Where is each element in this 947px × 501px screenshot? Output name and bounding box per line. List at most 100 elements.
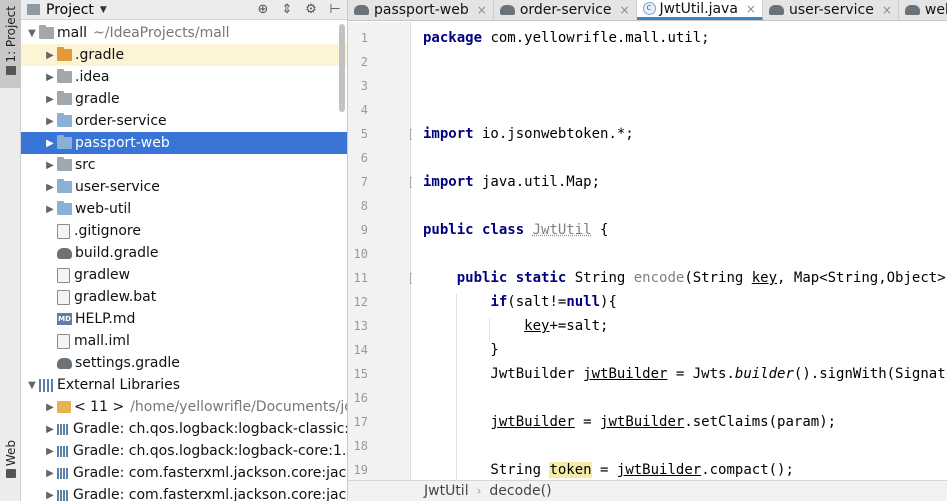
close-icon[interactable]: × bbox=[882, 3, 892, 17]
chevron-right-icon[interactable]: ▶ bbox=[43, 402, 57, 413]
tree-item[interactable]: ▶ Gradle: com.fasterxml.jackson.core:jack bbox=[21, 462, 347, 484]
line-number: 6 bbox=[360, 151, 368, 165]
close-icon[interactable]: × bbox=[746, 2, 756, 16]
chevron-right-icon[interactable]: ▶ bbox=[43, 116, 57, 127]
project-panel: Project ▼ ⊕ ⇕ ⚙ ⊢ ▼ mall ~/IdeaProjects/ma… bbox=[21, 0, 348, 501]
tree-item[interactable]: gradlew.bat bbox=[21, 286, 347, 308]
module-folder-icon bbox=[57, 179, 72, 193]
project-tool-window-tab[interactable]: 1: Project bbox=[0, 0, 21, 88]
library-icon bbox=[57, 467, 69, 479]
tree-item[interactable]: ▼ mall ~/IdeaProjects/mall bbox=[21, 22, 347, 44]
library-icon bbox=[57, 489, 69, 501]
close-icon[interactable]: × bbox=[619, 3, 629, 17]
tree-item[interactable]: ▶ user-service bbox=[21, 176, 347, 198]
tree-item[interactable]: ▶ web-util bbox=[21, 198, 347, 220]
module-folder-icon bbox=[57, 201, 72, 215]
chevron-right-icon[interactable]: ▶ bbox=[43, 204, 57, 215]
tree-item[interactable]: ▶ Gradle: com.fasterxml.jackson.core:jack bbox=[21, 484, 347, 501]
web-tool-window-tab[interactable]: Web bbox=[0, 440, 21, 501]
gradle-icon bbox=[499, 5, 515, 15]
module-folder-icon bbox=[57, 113, 72, 127]
chevron-right-icon[interactable]: ▶ bbox=[43, 424, 57, 435]
indent-guide bbox=[456, 294, 457, 480]
chevron-right-icon[interactable]: ▶ bbox=[43, 94, 57, 105]
tree-item[interactable]: .gitignore bbox=[21, 220, 347, 242]
tree-item[interactable]: ▶ order-service bbox=[21, 110, 347, 132]
tree-item[interactable]: build.gradle bbox=[21, 242, 347, 264]
chevron-right-icon[interactable]: ▶ bbox=[43, 468, 57, 479]
file-icon bbox=[57, 223, 70, 239]
tree-item-label: Gradle: ch.qos.logback:logback-core:1.2 bbox=[73, 443, 348, 459]
tree-item-label: Gradle: ch.qos.logback:logback-classic:1 bbox=[73, 421, 348, 437]
tree-item-label: user-service bbox=[75, 179, 160, 195]
code-line: if(salt!=null){ bbox=[490, 294, 617, 310]
tree-item[interactable]: ▶ passport-web bbox=[21, 132, 347, 154]
tree-scrollbar[interactable] bbox=[339, 24, 345, 112]
tree-item-label: build.gradle bbox=[75, 245, 159, 261]
markdown-icon: MD bbox=[57, 313, 72, 325]
tree-item-label: gradlew bbox=[74, 267, 131, 283]
chevron-down-icon[interactable]: ▼ bbox=[25, 380, 39, 391]
folder-icon bbox=[39, 25, 54, 39]
tree-item[interactable]: ▶ Gradle: ch.qos.logback:logback-core:1.2 bbox=[21, 440, 347, 462]
tree-item[interactable]: ▶ src bbox=[21, 154, 347, 176]
gear-icon[interactable]: ⚙ bbox=[299, 2, 323, 17]
code-line: public static String encode(String key, … bbox=[456, 270, 946, 286]
project-tree[interactable]: ▼ mall ~/IdeaProjects/mall ▶ .gradle ▶ .idea ▶ g… bbox=[21, 22, 347, 501]
line-number: 18 bbox=[353, 439, 368, 453]
project-panel-title[interactable]: Project bbox=[46, 2, 94, 18]
tree-item[interactable]: ▶ < 11 > /home/yellowrifle/Documents/jd bbox=[21, 396, 347, 418]
tree-item-path: /home/yellowrifle/Documents/jd bbox=[130, 399, 348, 415]
tree-item[interactable]: mall.iml bbox=[21, 330, 347, 352]
editor-tab-label: passport-web bbox=[374, 2, 469, 18]
folder-icon bbox=[57, 47, 72, 61]
editor-tab[interactable]: passport-web × bbox=[348, 0, 494, 20]
code-line: import io.jsonwebtoken.*; bbox=[423, 126, 634, 142]
line-number: 7 bbox=[360, 175, 368, 189]
tree-item[interactable]: ▶ Gradle: ch.qos.logback:logback-classic:… bbox=[21, 418, 347, 440]
editor-tab[interactable]: c JwtUtil.java × bbox=[636, 0, 763, 20]
chevron-right-icon[interactable]: ▶ bbox=[43, 160, 57, 171]
tree-item[interactable]: gradlew bbox=[21, 264, 347, 286]
gradle-icon bbox=[768, 5, 784, 15]
code-editor[interactable]: package com.yellowrifle.mall.util; import… bbox=[412, 22, 947, 480]
locate-icon[interactable]: ⊕ bbox=[251, 2, 275, 17]
close-icon[interactable]: × bbox=[477, 3, 487, 17]
chevron-right-icon[interactable]: ▶ bbox=[43, 490, 57, 501]
tree-item[interactable]: ▶ .idea bbox=[21, 66, 347, 88]
tree-item-label: settings.gradle bbox=[75, 355, 180, 371]
line-number: 5 bbox=[360, 127, 368, 141]
breadcrumb-method[interactable]: decode() bbox=[489, 483, 551, 499]
collapse-all-icon[interactable]: ⇕ bbox=[275, 2, 299, 17]
chevron-down-icon[interactable]: ▼ bbox=[25, 28, 39, 39]
editor-tab[interactable]: web bbox=[899, 0, 947, 20]
editor-tab[interactable]: user-service × bbox=[763, 0, 899, 20]
code-line: import java.util.Map; bbox=[423, 174, 601, 190]
tree-item[interactable]: ▼ External Libraries bbox=[21, 374, 347, 396]
chevron-right-icon[interactable]: ▶ bbox=[43, 138, 57, 149]
line-number: 17 bbox=[353, 415, 368, 429]
hide-icon[interactable]: ⊢ bbox=[323, 2, 347, 17]
tree-item[interactable]: ▶ .gradle bbox=[21, 44, 347, 66]
editor-tab[interactable]: order-service × bbox=[494, 0, 637, 20]
chevron-right-icon[interactable]: ▶ bbox=[43, 446, 57, 457]
line-number: 16 bbox=[353, 391, 368, 405]
tree-item[interactable]: settings.gradle bbox=[21, 352, 347, 374]
tree-item-label: Gradle: com.fasterxml.jackson.core:jack bbox=[73, 465, 348, 481]
folder-icon bbox=[57, 157, 72, 171]
tree-item[interactable]: MD HELP.md bbox=[21, 308, 347, 330]
gradle-icon bbox=[57, 357, 72, 369]
chevron-right-icon[interactable]: ▶ bbox=[43, 182, 57, 193]
chevron-right-icon[interactable]: ▶ bbox=[43, 50, 57, 61]
code-line: public class JwtUtil { bbox=[423, 222, 609, 238]
chevron-down-icon[interactable]: ▼ bbox=[100, 5, 107, 15]
line-number: 8 bbox=[360, 199, 368, 213]
jdk-icon bbox=[57, 401, 71, 413]
tree-item-label: mall bbox=[57, 25, 87, 41]
library-icon bbox=[39, 378, 53, 392]
chevron-right-icon[interactable]: ▶ bbox=[43, 72, 57, 83]
breadcrumb-class[interactable]: JwtUtil bbox=[424, 483, 469, 499]
line-number-gutter[interactable]: 1 2 3 4 5 6 7 8 9 10 11 12 13 14 15 16 17 18 19 bbox=[348, 22, 419, 480]
tree-item[interactable]: ▶ gradle bbox=[21, 88, 347, 110]
code-line: jwtBuilder = jwtBuilder.setClaims(param)… bbox=[490, 414, 837, 430]
